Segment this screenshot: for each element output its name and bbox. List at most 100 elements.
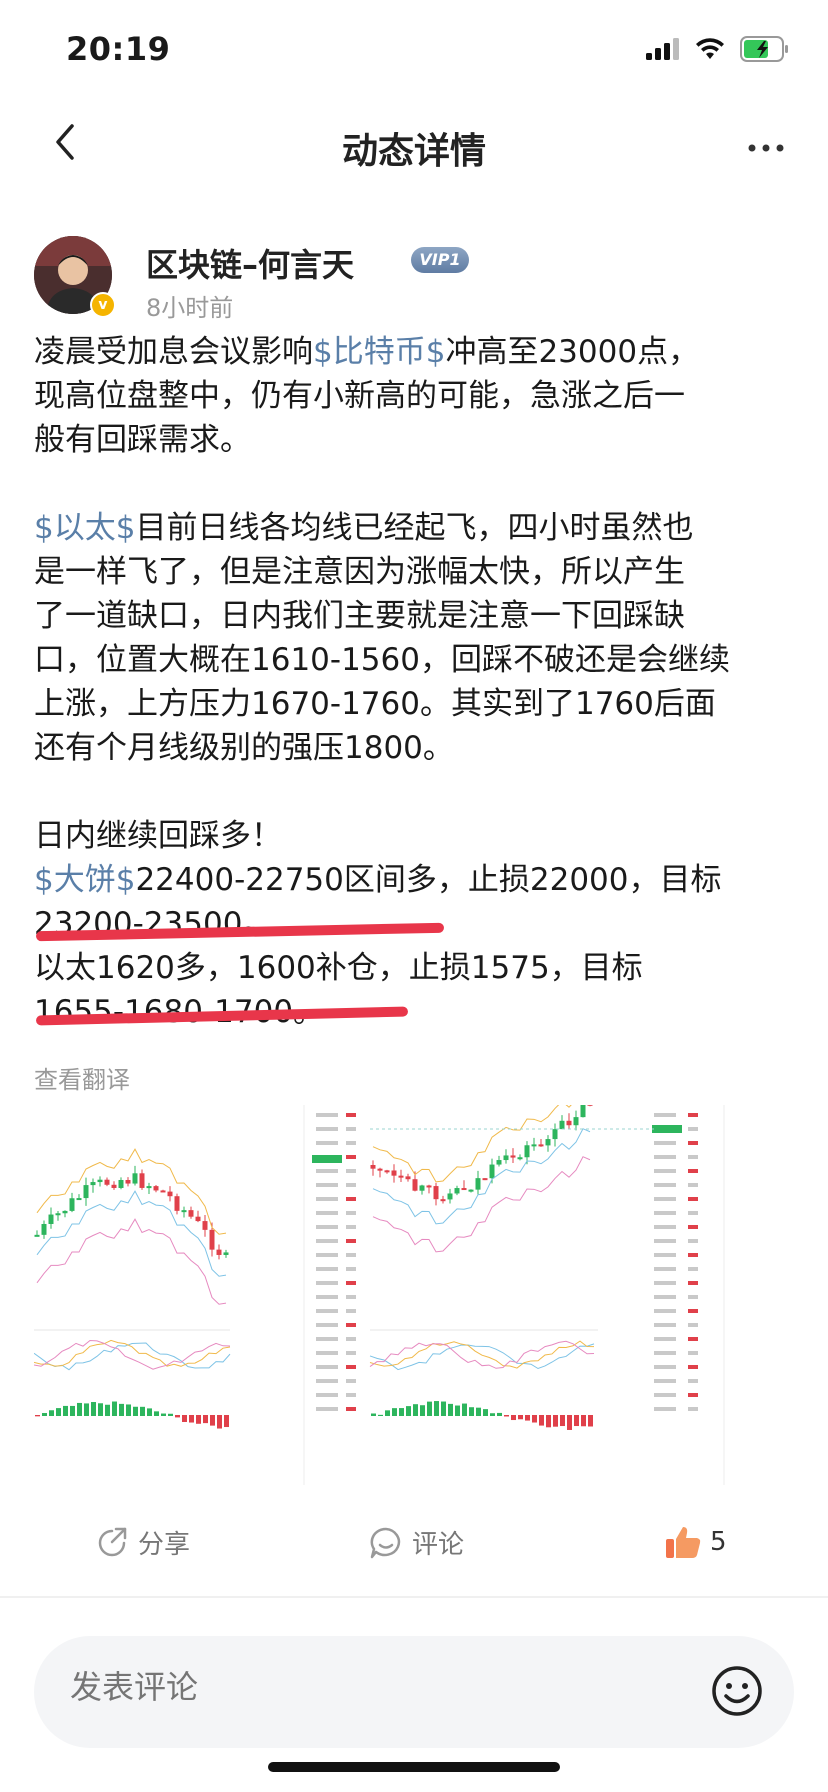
candle-body [97,1179,103,1183]
axis-tick-label [316,1169,338,1173]
axis-tick-label [688,1337,698,1341]
axis-tick-label [316,1393,338,1397]
candle-body [419,1185,425,1191]
candle-body [482,1178,488,1181]
moving-average-line [372,1105,572,1183]
macd-bar [161,1413,166,1416]
axis-tick-label [688,1379,698,1383]
macd-bar [385,1410,390,1416]
macd-bar [217,1415,222,1429]
verified-badge: v [90,292,116,318]
macd-bar [532,1415,537,1423]
macd-bar [490,1413,495,1416]
axis-tick-label [688,1393,698,1397]
divider [0,1596,828,1598]
tag-bigcake[interactable]: $大饼$ [34,862,135,898]
axis-tick-label [688,1113,698,1117]
macd-bar [154,1411,159,1416]
candle-body [559,1120,565,1130]
post-line: 凌晨受加息会议影响$比特币$冲高至23000点， [34,330,799,374]
comment-button[interactable]: 评论 [368,1524,464,1561]
axis-tick-label [316,1337,338,1341]
candle-body [125,1179,131,1184]
share-button[interactable]: 分享 [94,1524,190,1561]
axis-tick-label [346,1309,356,1313]
tag-bitcoin[interactable]: $比特币$ [313,334,445,370]
candle-body [153,1186,159,1191]
candle-body [139,1173,145,1188]
axis-tick-label [688,1169,698,1173]
axis-tick-label [316,1267,338,1271]
tag-ether[interactable]: $以太$ [34,510,135,546]
macd-bar [210,1415,215,1426]
macd-bar [504,1415,509,1417]
axis-tick-label [346,1337,356,1341]
candle-body [48,1214,54,1224]
macd-bar [133,1406,138,1416]
share-label: 分享 [138,1530,191,1560]
candle-body [111,1184,117,1188]
candle-body [566,1120,572,1126]
macd-bar [91,1402,96,1416]
macd-bar [518,1415,523,1420]
macd-bar [63,1405,68,1416]
more-button[interactable] [742,120,790,168]
macd-bar [119,1403,124,1416]
battery-icon [740,36,788,62]
author-name[interactable]: 区块链–何言天 [146,240,354,286]
candle-body [468,1189,474,1192]
candle-body [167,1191,173,1197]
candle-body [223,1252,229,1255]
macd-bar [434,1401,439,1416]
axis-tick-label [688,1197,698,1201]
like-button[interactable]: 5 [664,1524,727,1560]
axis-tick-label [316,1239,338,1243]
post-actions: 分享 评论 5 [0,1510,828,1580]
moving-average-line [372,1156,591,1253]
chart-image[interactable] [34,1105,796,1485]
axis-tick-label [316,1127,338,1131]
status-bar: 20:19 [0,0,828,100]
candle-body [545,1139,551,1146]
axis-tick-label [688,1155,698,1159]
macd-bar [455,1405,460,1416]
axis-tick-label [346,1197,356,1201]
post-text: 目前日线各均线已经起飞，四小时虽然也 [135,510,694,546]
axis-tick-label [346,1267,356,1271]
candle-body [69,1198,75,1211]
macd-bar [448,1403,453,1416]
macd-bar [462,1403,467,1416]
post-line: $大饼$22400-22750区间多，止损22000，目标 [34,858,799,902]
macd-bar [588,1415,593,1427]
axis-tick-label [654,1337,676,1341]
macd-bar [175,1415,180,1418]
comment-input[interactable] [70,1668,630,1706]
translate-link[interactable]: 查看翻译 [34,1060,130,1095]
macd-bar [574,1415,579,1427]
indicator-line [369,1340,595,1369]
axis-tick-label [654,1211,676,1215]
axis-tick-label [346,1183,356,1187]
axis-tick-label [654,1183,676,1187]
axis-tick-label [654,1267,676,1271]
post-time: 8小时前 [146,294,234,322]
axis-tick-label [316,1253,338,1257]
macd-bar [511,1415,516,1421]
axis-tick-label [316,1295,338,1299]
axis-tick-label [316,1351,338,1355]
kline-chart-svg [34,1105,725,1485]
candle-body [538,1144,544,1147]
candle-body [454,1188,460,1194]
signal-icon [646,38,679,60]
candle-body [160,1190,166,1193]
macd-bar [441,1401,446,1416]
axis-tick-label [688,1183,698,1187]
candle-body [34,1234,40,1237]
axis-tick-label [346,1295,356,1299]
emoji-button[interactable] [708,1662,766,1720]
macd-bar [371,1413,376,1416]
author-header: v 区块链–何言天 VIP1 8小时前 [34,236,794,322]
candle-body [524,1145,530,1158]
axis-tick-label [654,1393,676,1397]
macd-bar [189,1415,194,1423]
